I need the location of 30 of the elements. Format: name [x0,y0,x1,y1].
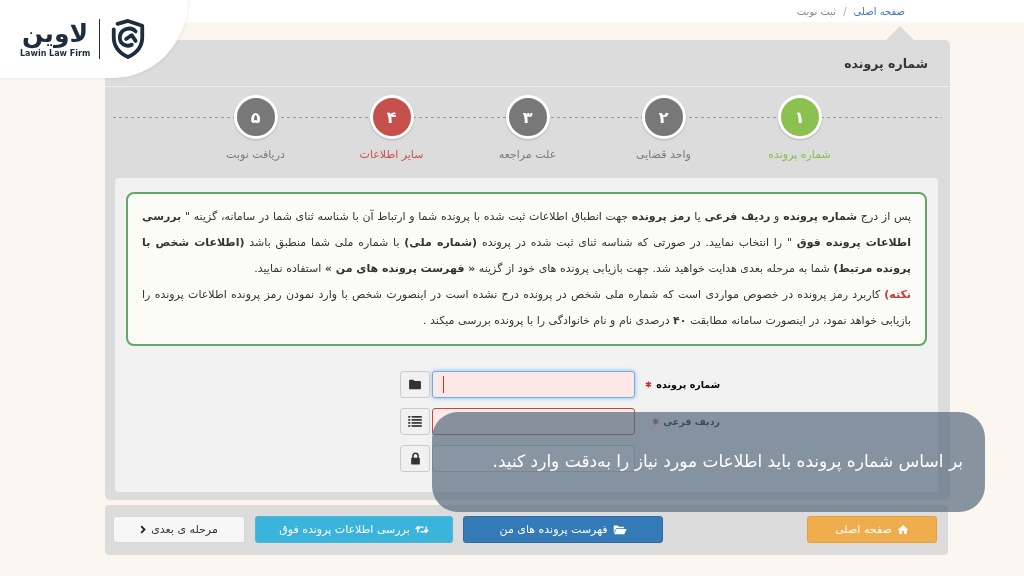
step-label: علت مراجعه [498,148,557,161]
step-circle: ۵ [233,95,278,139]
action-button[interactable]: فهرست پرونده های من [463,516,663,543]
panel-title: شماره پرونده [844,55,928,71]
list-icon [408,416,422,427]
action-button[interactable]: مرحله ی بعدی [113,516,245,543]
repeat-arrows-icon [414,524,429,535]
step-circle: ۲ [641,95,686,139]
breadcrumb-separator: / [843,5,847,17]
step-label: شماره پرونده [768,148,831,161]
breadcrumb-link[interactable]: صفحه اصلی [853,5,905,17]
brand-subtitle: Lawin Law Firm [20,48,91,58]
breadcrumb-current: ثبت نوبت [796,5,837,17]
step-circle: ۱ [777,95,822,139]
step-circle: ۴ [369,95,414,139]
lock-icon [409,452,421,465]
field-label: ردیف فرعی [663,416,720,427]
input-field[interactable] [432,371,635,398]
step-label: سایر اطلاعات [359,148,424,161]
step-label: واحد قضایی [636,148,691,161]
step-label: دریافت نوبت [226,148,285,161]
action-button[interactable]: بررسی اطلاعات پرونده فوق [255,516,453,543]
info-paragraph: نکته) کاربرد رمز پرونده در خصوص مواردی است که شماره ملی شخص در پرونده درج نشده است در اینصورت شخص با وارد نمودن رمز پرونده اطلاعات پرونده را بازیابی خواهد نمود، در اینصورت سامانه مطابقت ۴۰ درصدی نام و نام خانوادگی را با پرونده بررسی میکند . [142,287,911,329]
folder-open-icon [612,524,627,535]
field-label: شماره پرونده [656,379,720,390]
folder-icon [408,379,422,390]
chevron-icon [140,525,147,534]
home-icon [896,524,909,535]
info-paragraph: پس از درج شماره پرونده و ردیف فرعی یا رمز پرونده جهت انطباق اطلاعات ثبت شده با پرونده شما و ارتباط آن با شناسه ثنای شما در سامانه، گزینه " بررسی اطلاعات پرونده فوق " را انتخاب نمایید. در صورتی که شناسه ثنای ثبت شده در پرونده (شماره ملی) با شماره ملی شما منطبق باشد (اطلاعات شخص با پرونده مرتبط) شما به مرحله بعدی هدایت خواهید شد. جهت بازیابی پرونده های خود از گزینه « فهرست پرونده های من » استفاده نمایید. [142,208,911,277]
step-circle: ۳ [505,95,550,139]
